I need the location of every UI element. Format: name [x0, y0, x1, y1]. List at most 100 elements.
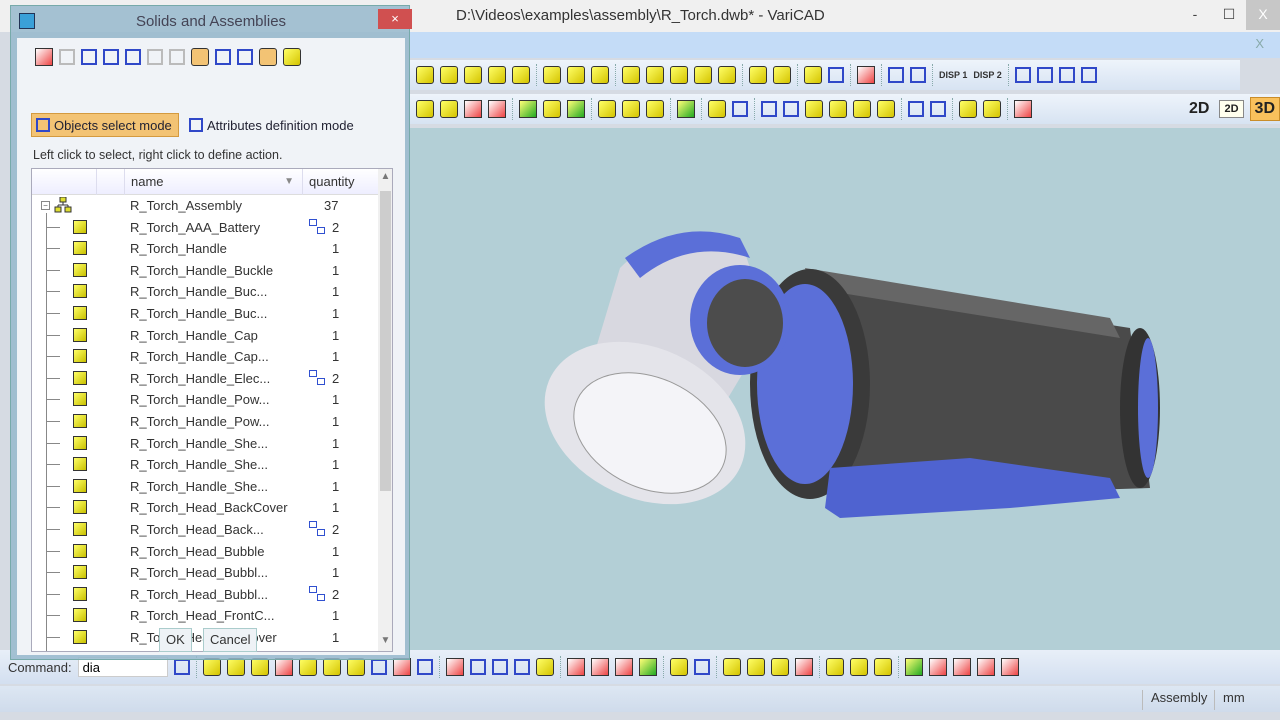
boolean-cut-icon[interactable] — [543, 100, 561, 118]
minimize-button[interactable]: - — [1178, 0, 1212, 30]
assembly-tree-list[interactable]: name ▼ quantity − R_Torch_Assembly 37 R_Tor… — [31, 168, 393, 652]
expand-tree-icon[interactable] — [191, 48, 209, 66]
list-scrollbar[interactable]: ▲ ▼ — [378, 169, 392, 651]
angle-faces-icon[interactable] — [853, 100, 871, 118]
maximize-button[interactable]: ☐ — [1212, 0, 1246, 30]
update-cancel-2-icon[interactable] — [952, 658, 971, 676]
pyramid-icon[interactable] — [646, 66, 664, 84]
tube-icon[interactable] — [322, 658, 341, 676]
tree-row[interactable]: R_Torch_Handle_She... 1 — [32, 476, 378, 498]
plane-distance-icon[interactable] — [805, 100, 823, 118]
distance-icon[interactable] — [761, 101, 777, 117]
undo-disabled-icon[interactable] — [147, 49, 163, 65]
switch-2d-button[interactable]: 2D — [1185, 98, 1213, 120]
warning-icon[interactable] — [283, 48, 301, 66]
ok-button[interactable]: OK — [159, 628, 192, 652]
zoom-window-icon[interactable] — [1014, 67, 1031, 83]
update-check-icon[interactable] — [904, 658, 923, 676]
beam-icon[interactable] — [274, 658, 293, 676]
update-link-icon[interactable] — [794, 658, 813, 676]
rotate-profile-icon[interactable] — [591, 66, 609, 84]
tree-row[interactable]: R_Torch_Head_Back... 2 — [32, 519, 378, 541]
switch-2d-box-button[interactable]: 2D — [1219, 100, 1244, 118]
attributes-definition-mode-tab[interactable]: Attributes definition mode — [185, 113, 358, 137]
boolean-add-icon[interactable] — [519, 100, 537, 118]
tree-red-icon[interactable] — [566, 658, 585, 676]
pipe-elbow-icon[interactable] — [464, 66, 482, 84]
tree-row[interactable]: R_Torch_Handle_Cap... 1 — [32, 346, 378, 368]
tree-row[interactable]: R_Torch_Head_BackCover 1 — [32, 497, 378, 519]
list-view-icon[interactable] — [237, 49, 253, 65]
shell-icon[interactable] — [718, 66, 736, 84]
coordinate-system-icon[interactable] — [513, 659, 530, 675]
connect-links-icon[interactable] — [469, 659, 486, 675]
tree-row[interactable]: R_Torch_Handle_Buckle 1 — [32, 260, 378, 282]
section-icon[interactable] — [370, 659, 387, 675]
prism-icon[interactable] — [226, 658, 245, 676]
assembly-down-icon[interactable] — [825, 658, 844, 676]
select-all-icon[interactable] — [81, 49, 97, 65]
tree-row[interactable]: R_Torch_Handle_Buc... 1 — [32, 303, 378, 325]
undo-icon[interactable] — [59, 49, 75, 65]
helix-icon[interactable] — [670, 66, 688, 84]
angle-icon[interactable] — [783, 101, 799, 117]
insert-from-file-icon[interactable] — [722, 658, 741, 676]
delete-pair-icon[interactable] — [976, 658, 995, 676]
tree-row[interactable]: R_Torch_Handle_She... 1 — [32, 454, 378, 476]
command-input[interactable] — [77, 657, 168, 677]
zoom-out-icon[interactable] — [1036, 67, 1053, 83]
box-solid-icon[interactable] — [202, 658, 221, 676]
pan-left-icon[interactable] — [1058, 67, 1075, 83]
scroll-thumb[interactable] — [380, 191, 391, 491]
view-box-icon[interactable] — [857, 66, 875, 84]
tree-row[interactable]: R_Torch_Handle_Buc... 1 — [32, 281, 378, 303]
header-quantity[interactable]: quantity — [302, 169, 378, 195]
coordinate-info-icon[interactable] — [732, 101, 748, 117]
save-to-file-icon[interactable] — [746, 658, 765, 676]
add-to-group-icon[interactable] — [598, 100, 616, 118]
tree-row[interactable]: R_Torch_Handle 1 — [32, 238, 378, 260]
section-view-icon[interactable] — [1014, 100, 1032, 118]
3d-viewport[interactable] — [410, 128, 1280, 650]
delete-pair-2-icon[interactable] — [1000, 658, 1019, 676]
display-1-button[interactable]: DISP 1 — [939, 70, 967, 80]
volume-info-icon[interactable] — [877, 100, 895, 118]
header-name[interactable]: name ▼ — [124, 169, 302, 195]
refresh-icon[interactable] — [693, 659, 710, 675]
collapse-toggle-icon[interactable]: − — [41, 201, 50, 210]
insert-solid-icon[interactable] — [749, 66, 767, 84]
tree-red-blue-icon[interactable] — [614, 658, 633, 676]
attributes-list-icon[interactable] — [638, 658, 657, 676]
reload-file-icon[interactable] — [669, 658, 688, 676]
rotate-axes-icon[interactable] — [930, 101, 946, 117]
extrude-icon[interactable] — [543, 66, 561, 84]
cancel-button[interactable]: Cancel — [203, 628, 258, 652]
copy-object-icon[interactable] — [959, 100, 977, 118]
remove-link-file-icon[interactable] — [770, 658, 789, 676]
assembly-remove-icon[interactable] — [873, 658, 892, 676]
boolean-tree-icon[interactable] — [677, 100, 695, 118]
tree-row[interactable]: R_Torch_Handle_She... 1 — [32, 433, 378, 455]
pan-right-icon[interactable] — [1080, 67, 1097, 83]
revolve-icon[interactable] — [567, 66, 585, 84]
zoom-previous-icon[interactable] — [888, 67, 904, 83]
ok-disabled-icon[interactable] — [169, 49, 185, 65]
scroll-up-arrow[interactable]: ▲ — [378, 171, 392, 187]
update-cancel-icon[interactable] — [928, 658, 947, 676]
sweep-icon[interactable] — [694, 66, 712, 84]
cylinder-solid-icon[interactable] — [250, 658, 269, 676]
tree-row[interactable]: R_Torch_Handle_Elec... 2 — [32, 368, 378, 390]
drill-icon[interactable] — [440, 100, 458, 118]
tree-row[interactable]: R_Torch_Head_Bubble 1 — [32, 541, 378, 563]
tree-row[interactable]: − R_Torch_Assembly 37 — [32, 195, 378, 217]
elbow-icon[interactable] — [488, 66, 506, 84]
assembly-up-icon[interactable] — [849, 658, 868, 676]
dialog-close-button[interactable]: × — [378, 9, 412, 29]
hatch-section-icon[interactable] — [392, 658, 411, 676]
array-icon[interactable] — [828, 67, 844, 83]
tree-row[interactable]: R_Torch_Head_Bubbl... 1 — [32, 562, 378, 584]
boolean-subtract-icon[interactable] — [567, 100, 585, 118]
tree-row[interactable]: R_Torch_Head_FrontC... 1 — [32, 605, 378, 627]
angle-profile-icon[interactable] — [346, 658, 365, 676]
solid-info-icon[interactable] — [708, 100, 726, 118]
